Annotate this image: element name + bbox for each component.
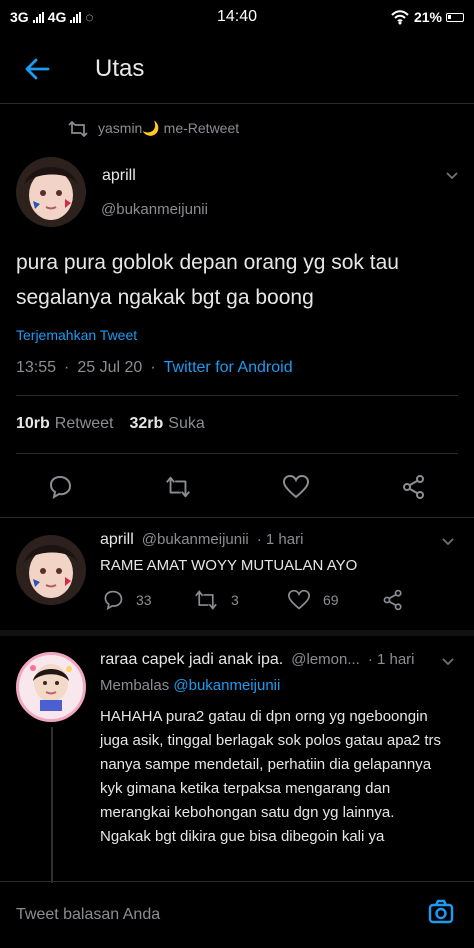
avatar[interactable] [16,535,86,605]
camera-icon[interactable] [426,897,456,927]
arrow-left-icon [25,58,50,79]
share-button[interactable] [381,580,405,620]
whatsapp-icon: ◌ [85,9,94,25]
meta-separator: · [150,359,156,376]
reply-composer[interactable]: Tweet balasan Anda [0,881,474,948]
profile-photo [16,535,86,605]
heart-icon [287,589,311,610]
reply-author-handle[interactable]: @bukanmeijunii [142,531,249,549]
retweet-icon [166,476,190,498]
back-button[interactable] [0,34,74,104]
translate-tweet-link[interactable]: Terjemahkan Tweet [16,327,137,343]
retweet-context[interactable]: yasmin🌙 me-Retweet [68,120,239,137]
signal-icon [70,11,82,23]
reply-header[interactable]: aprill @bukanmeijunii · 1 hari [100,531,303,549]
retweet-icon [195,590,217,610]
top-app-bar: Utas [0,34,474,104]
share-button[interactable] [400,473,428,501]
heart-icon [282,474,310,499]
battery-percentage: 21% [413,9,442,25]
tweet-stats: 10rb Retweet 32rb Suka [16,415,205,433]
divider [16,395,458,396]
signal-icon [32,11,44,23]
author-name[interactable]: aprill [102,167,136,185]
replying-to-line[interactable]: Membalas @bukanmeijunii [100,677,280,694]
chevron-down-icon[interactable] [440,653,456,669]
tweet-actions [0,465,474,509]
share-icon [383,589,402,611]
reply-text: RAME AMAT WOYY MUTUALAN AYO [100,557,358,574]
divider [0,630,474,636]
tweet-text: pura pura goblok depan orang yg sok tau … [16,251,399,309]
tweet-date: 25 Jul 20 [77,359,143,376]
retweet-button[interactable]: 3 [193,580,239,620]
divider [0,517,474,518]
divider [16,453,458,454]
reply-icon [49,475,72,500]
tweet-metadata: 13:55 · 25 Jul 20 · Twitter for Android [16,359,293,377]
status-bar: 3G 4G ◌ 14:40 21% [0,0,474,34]
author-handle[interactable]: @bukanmeijunii [101,201,208,218]
reply-text: HAHAHA pura2 gatau di dpn orng yg ngeboo… [100,708,442,845]
avatar[interactable] [16,652,86,722]
reply-header[interactable]: raraa capek jadi anak ipa. @lemon... · 1… [100,651,415,669]
thread-line [51,727,53,883]
retweet-button[interactable] [164,473,192,501]
meta-separator: · [64,359,70,376]
retweet-count: 3 [231,592,239,608]
replying-to-handle[interactable]: @bukanmeijunii [173,677,280,694]
like-button[interactable]: 69 [287,580,339,620]
network-4g-label: 4G [47,9,67,25]
reply-author-name[interactable]: aprill [100,531,134,549]
tweet-source-link[interactable]: Twitter for Android [164,359,293,377]
network-indicators: 3G 4G ◌ [10,9,94,25]
reply-input[interactable]: Tweet balasan Anda [16,906,160,924]
reply-count: 33 [136,592,152,608]
system-indicators: 21% [390,9,464,25]
reply-button[interactable]: 33 [102,580,152,620]
replying-to-prefix: Membalas [100,677,170,694]
battery-icon [446,12,464,22]
profile-photo [16,157,86,227]
retweet-count[interactable]: 10rb Retweet [16,415,114,433]
wifi-icon [391,10,409,25]
chevron-down-icon[interactable] [440,533,456,549]
retweeted-by-label: yasmin🌙 me-Retweet [98,120,240,136]
reply-time: · 1 hari [256,531,304,548]
reply-button[interactable] [46,473,74,501]
reply-icon [104,590,123,611]
like-count: 69 [323,592,339,608]
tweet-time: 13:55 [16,359,57,376]
avatar[interactable] [16,157,86,227]
share-icon [403,475,424,499]
page-title: Utas [95,54,145,82]
chevron-down-icon[interactable] [444,167,460,183]
like-button[interactable] [282,473,310,501]
like-count[interactable]: 32rb Suka [130,415,205,433]
reply-author-name[interactable]: raraa capek jadi anak ipa. [100,651,283,669]
reply-time: · 1 hari [367,651,415,668]
network-3g-label: 3G [10,9,29,25]
retweet-icon [68,120,88,137]
reply-author-handle[interactable]: @lemon... [291,651,360,669]
profile-photo [19,655,83,719]
